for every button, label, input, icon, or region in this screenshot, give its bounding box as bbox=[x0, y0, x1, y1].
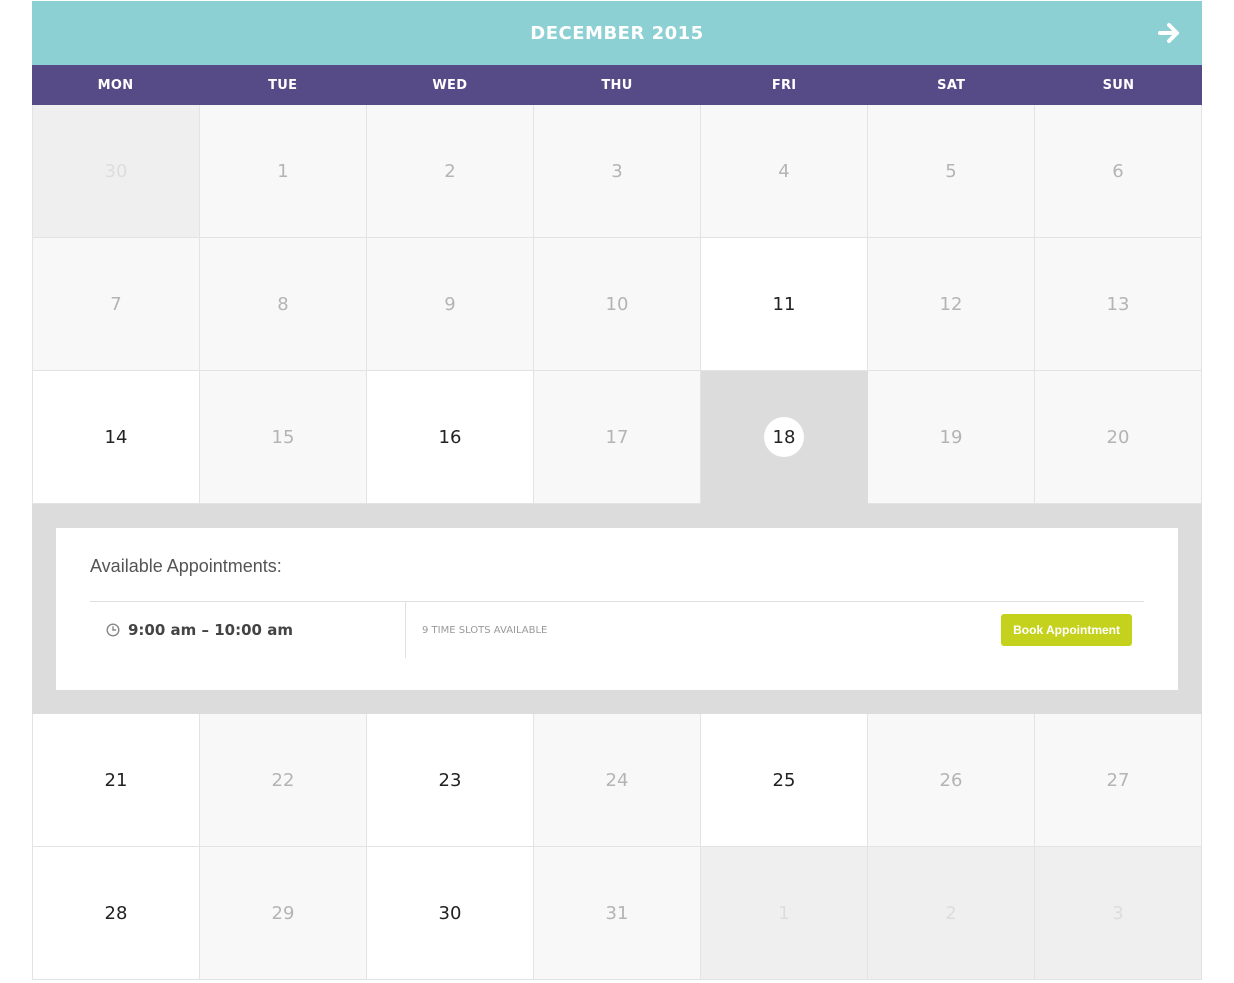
day-cell: 5 bbox=[868, 105, 1035, 238]
day-cell-available[interactable]: 16 bbox=[367, 371, 534, 504]
weekday-fri: FRI bbox=[771, 77, 797, 93]
day-cell: 22 bbox=[200, 714, 367, 847]
weekday-thu: THU bbox=[601, 77, 633, 93]
day-cell: 13 bbox=[1035, 238, 1202, 371]
calendar-week: 21 22 23 24 25 26 27 bbox=[32, 714, 1202, 847]
calendar-week: 28 29 30 31 1 2 3 bbox=[32, 847, 1202, 980]
day-cell-available[interactable]: 23 bbox=[367, 714, 534, 847]
day-cell-available[interactable]: 14 bbox=[32, 371, 200, 504]
weekday-sun: SUN bbox=[1102, 77, 1135, 93]
day-cell-outside-month: 2 bbox=[868, 847, 1035, 980]
day-cell: 24 bbox=[534, 714, 701, 847]
weekday-sat: SAT bbox=[937, 77, 966, 93]
day-cell: 4 bbox=[701, 105, 868, 238]
slot-time-label: 9:00 am – 10:00 am bbox=[128, 621, 293, 639]
month-title: DECEMBER 2015 bbox=[530, 22, 704, 44]
day-cell: 15 bbox=[200, 371, 367, 504]
day-cell-outside-month: 1 bbox=[701, 847, 868, 980]
day-cell: 20 bbox=[1035, 371, 1202, 504]
day-cell-available[interactable]: 28 bbox=[32, 847, 200, 980]
day-cell: 19 bbox=[868, 371, 1035, 504]
slot-availability: 9 TIME SLOTS AVAILABLE bbox=[422, 624, 548, 636]
day-cell-available[interactable]: 25 bbox=[701, 714, 868, 847]
calendar-week: 14 15 16 17 18 19 20 bbox=[32, 371, 1202, 504]
day-cell-outside-month: 3 bbox=[1035, 847, 1202, 980]
day-cell: 27 bbox=[1035, 714, 1202, 847]
clock-icon bbox=[106, 623, 120, 637]
day-cell: 6 bbox=[1035, 105, 1202, 238]
weekday-mon: MON bbox=[97, 77, 134, 93]
day-cell-available[interactable]: 11 bbox=[701, 238, 868, 371]
calendar-week: 30 1 2 3 4 5 6 bbox=[32, 105, 1202, 238]
slot-time: 9:00 am – 10:00 am bbox=[90, 602, 406, 658]
selected-day-number: 18 bbox=[764, 417, 804, 457]
book-appointment-button[interactable]: Book Appointment bbox=[1001, 614, 1132, 646]
calendar-week: 7 8 9 10 11 12 13 bbox=[32, 238, 1202, 371]
month-header: DECEMBER 2015 bbox=[32, 1, 1202, 65]
weekday-tue: TUE bbox=[268, 77, 298, 93]
day-cell: 3 bbox=[534, 105, 701, 238]
day-cell-available[interactable]: 30 bbox=[367, 847, 534, 980]
day-cell: 2 bbox=[367, 105, 534, 238]
day-cell: 29 bbox=[200, 847, 367, 980]
day-cell: 31 bbox=[534, 847, 701, 980]
day-cell: 8 bbox=[200, 238, 367, 371]
day-cell: 12 bbox=[868, 238, 1035, 371]
next-month-button[interactable] bbox=[1156, 19, 1184, 47]
calendar: DECEMBER 2015 MON TUE WED THU FRI SAT SU… bbox=[32, 1, 1202, 980]
appointments-title: Available Appointments: bbox=[90, 556, 282, 576]
appointments-band: Available Appointments: 9:00 am – 10:00 … bbox=[32, 504, 1202, 714]
day-cell: 26 bbox=[868, 714, 1035, 847]
day-cell-available[interactable]: 21 bbox=[32, 714, 200, 847]
weekday-wed: WED bbox=[432, 77, 468, 93]
day-cell: 9 bbox=[367, 238, 534, 371]
time-slot-row: 9:00 am – 10:00 am 9 TIME SLOTS AVAILABL… bbox=[90, 601, 1144, 658]
appointments-panel: Available Appointments: 9:00 am – 10:00 … bbox=[56, 528, 1178, 690]
day-cell: 17 bbox=[534, 371, 701, 504]
day-cell: 10 bbox=[534, 238, 701, 371]
day-cell: 7 bbox=[32, 238, 200, 371]
day-cell-selected[interactable]: 18 bbox=[701, 371, 868, 504]
arrow-right-icon bbox=[1158, 23, 1179, 43]
day-cell-outside-month: 30 bbox=[32, 105, 200, 238]
day-cell: 1 bbox=[200, 105, 367, 238]
weekday-header-row: MON TUE WED THU FRI SAT SUN bbox=[32, 65, 1202, 105]
